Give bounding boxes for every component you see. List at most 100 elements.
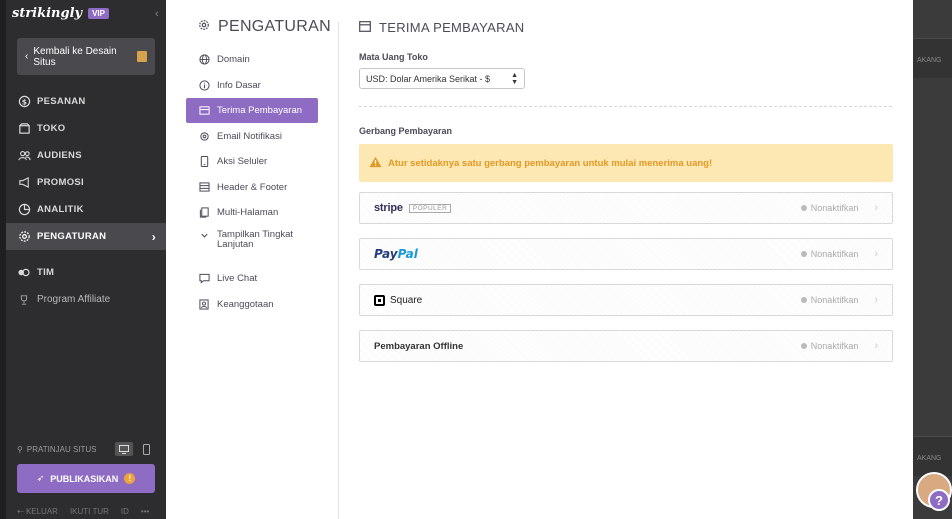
- brand-logo: strikingly: [12, 6, 83, 21]
- paypal-logo: PayPal: [374, 247, 418, 261]
- language-link[interactable]: ID: [121, 507, 129, 516]
- settings-item-info[interactable]: Info Dasar: [186, 73, 318, 98]
- settings-item-payment[interactable]: Terima Pembayaran: [186, 98, 318, 123]
- select-caret-icon: ▲ ▼: [511, 71, 518, 86]
- gateway-paypal[interactable]: PayPal Nonaktifkan ›: [359, 238, 893, 270]
- desktop-preview-icon[interactable]: [115, 442, 133, 456]
- sidebar-item-analitik[interactable]: ANALITIK: [6, 196, 166, 223]
- vip-badge: VIP: [88, 8, 109, 19]
- settings-item-label: Multi-Halaman: [217, 207, 279, 218]
- sidebar-item-pesanan[interactable]: $ PESANAN: [6, 88, 166, 115]
- paypal-logo-b: Pal: [397, 247, 418, 261]
- team-icon: [17, 266, 31, 280]
- section-divider: [359, 106, 892, 107]
- currency-select[interactable]: USD: Dolar Amerika Serikat - $ ▲ ▼: [359, 68, 525, 89]
- sidebar-item-pengaturan[interactable]: PENGATURAN ›: [6, 223, 166, 250]
- payment-icon: [198, 105, 210, 117]
- settings-item-label: Info Dasar: [217, 79, 261, 91]
- logout-label: KELUAR: [25, 507, 58, 516]
- back-to-design-button[interactable]: ‹ Kembali ke Desain Situs: [17, 38, 155, 75]
- mobile-icon: [198, 156, 210, 168]
- gateway-offline[interactable]: Pembayaran Offline Nonaktifkan ›: [359, 330, 893, 362]
- sidebar-item-audiens[interactable]: AUDIENS: [6, 142, 166, 169]
- collapse-sidebar-icon[interactable]: ‹: [155, 8, 159, 20]
- more-link[interactable]: •••: [141, 507, 149, 516]
- offline-payment-label: Pembayaran Offline: [374, 340, 464, 352]
- sidebar-item-label: Program Affiliate: [37, 294, 111, 305]
- currency-select-value: USD: Dolar Amerika Serikat - $: [366, 73, 491, 84]
- settings-item-advanced[interactable]: Tampilkan Tingkat Lanjutan: [186, 226, 318, 266]
- gateway-status: Nonaktifkan ›: [800, 294, 878, 306]
- panel-divider: [338, 22, 339, 519]
- gateway-square[interactable]: Square Nonaktifkan ›: [359, 284, 893, 316]
- sidebar-item-label: PESANAN: [37, 96, 86, 107]
- settings-item-email[interactable]: Email Notifikasi: [186, 124, 318, 149]
- brand: strikingly VIP: [12, 6, 109, 21]
- app-sidebar: strikingly VIP ‹ ‹ Kembali ke Desain Sit…: [0, 0, 166, 519]
- currency-label: Mata Uang Toko: [359, 52, 428, 62]
- dollar-circle-icon: $: [17, 95, 31, 109]
- site-preview-label[interactable]: PRATINJAU SITUS: [27, 445, 97, 454]
- publish-label: PUBLIKASIKAN: [50, 473, 119, 484]
- sidebar-item-toko[interactable]: TOKO: [6, 115, 166, 142]
- editor-background: AKANG AKANG: [913, 0, 952, 519]
- square-logo: Square: [374, 294, 422, 306]
- gateway-label: Gerbang Pembayaran: [359, 126, 453, 136]
- settings-item-domain[interactable]: Domain: [186, 47, 318, 72]
- status-dot-icon: [800, 297, 807, 303]
- gateway-status: Nonaktifkan ›: [800, 202, 878, 214]
- sidebar-item-tim[interactable]: TIM: [6, 259, 166, 286]
- settings-item-mobile[interactable]: Aksi Seluler: [186, 149, 318, 174]
- settings-item-multipage[interactable]: Multi-Halaman: [186, 200, 318, 225]
- settings-item-label: Email Notifikasi: [217, 130, 282, 142]
- warning-badge-icon: !: [124, 473, 136, 484]
- gateway-stripe[interactable]: stripe POPULER Nonaktifkan ›: [359, 192, 893, 224]
- page-title: TERIMA PEMBAYARAN: [359, 20, 524, 35]
- tour-link[interactable]: IKUTI TUR: [70, 507, 109, 516]
- payment-icon: [359, 20, 371, 35]
- status-dot-icon: [800, 251, 807, 257]
- chevron-right-icon: ›: [874, 294, 878, 306]
- sidebar-item-label: AUDIENS: [37, 150, 82, 161]
- sidebar-item-promosi[interactable]: PROMOSI: [6, 169, 166, 196]
- chevron-left-icon: ‹: [25, 51, 29, 62]
- membership-icon: [198, 298, 210, 310]
- settings-item-membership[interactable]: Keanggotaan: [186, 292, 318, 317]
- site-preview-row: ⚲ PRATINJAU SITUS: [17, 442, 155, 456]
- main-nav: $ PESANAN TOKO AUDIENS PROMOSI ANALITIK …: [6, 88, 166, 313]
- sidebar-footer: ⇠ KELUAR IKUTI TUR ID •••: [17, 507, 149, 516]
- publish-button[interactable]: ➶ PUBLIKASIKAN !: [17, 464, 155, 493]
- editor-strip-text: AKANG: [917, 57, 942, 64]
- settings-item-label: Keanggotaan: [217, 298, 274, 310]
- editor-strip-text: AKANG: [917, 455, 942, 462]
- settings-item-label: Terima Pembayaran: [217, 105, 303, 116]
- email-icon: [198, 130, 210, 142]
- logout-link[interactable]: ⇠ KELUAR: [17, 507, 58, 516]
- gateway-warning-alert: Atur setidaknya satu gerbang pembayaran …: [359, 144, 893, 182]
- megaphone-icon: [17, 176, 31, 190]
- page-title-label: TERIMA PEMBAYARAN: [379, 20, 525, 35]
- pie-chart-icon: [17, 203, 31, 217]
- help-button[interactable]: ?: [928, 489, 950, 511]
- users-icon: [17, 149, 31, 163]
- page-icon: [137, 51, 147, 62]
- gateway-status: Nonaktifkan ›: [800, 248, 878, 260]
- settings-item-header-footer[interactable]: Header & Footer: [186, 175, 318, 200]
- sidebar-item-affiliate[interactable]: Program Affiliate: [6, 286, 166, 313]
- mobile-preview-icon[interactable]: [137, 442, 155, 456]
- stripe-logo: stripe: [374, 202, 403, 214]
- editor-section-strip: AKANG: [913, 436, 952, 476]
- gear-icon: [198, 18, 210, 36]
- globe-icon: [198, 54, 210, 66]
- settings-item-livechat[interactable]: Live Chat: [186, 266, 318, 291]
- chevron-down-icon: [198, 230, 210, 242]
- popular-badge: POPULER: [408, 203, 452, 213]
- chevron-right-icon: ›: [874, 340, 878, 352]
- chevron-right-icon: ›: [151, 229, 156, 244]
- settings-item-label: Domain: [217, 54, 250, 65]
- settings-item-label: Header & Footer: [217, 181, 288, 193]
- paypal-logo-a: Pay: [374, 247, 398, 261]
- settings-panel: PENGATURAN Domain Info Dasar Terima Pemb…: [166, 0, 913, 519]
- editor-section-strip: AKANG: [913, 38, 952, 78]
- sidebar-item-label: PROMOSI: [37, 177, 84, 188]
